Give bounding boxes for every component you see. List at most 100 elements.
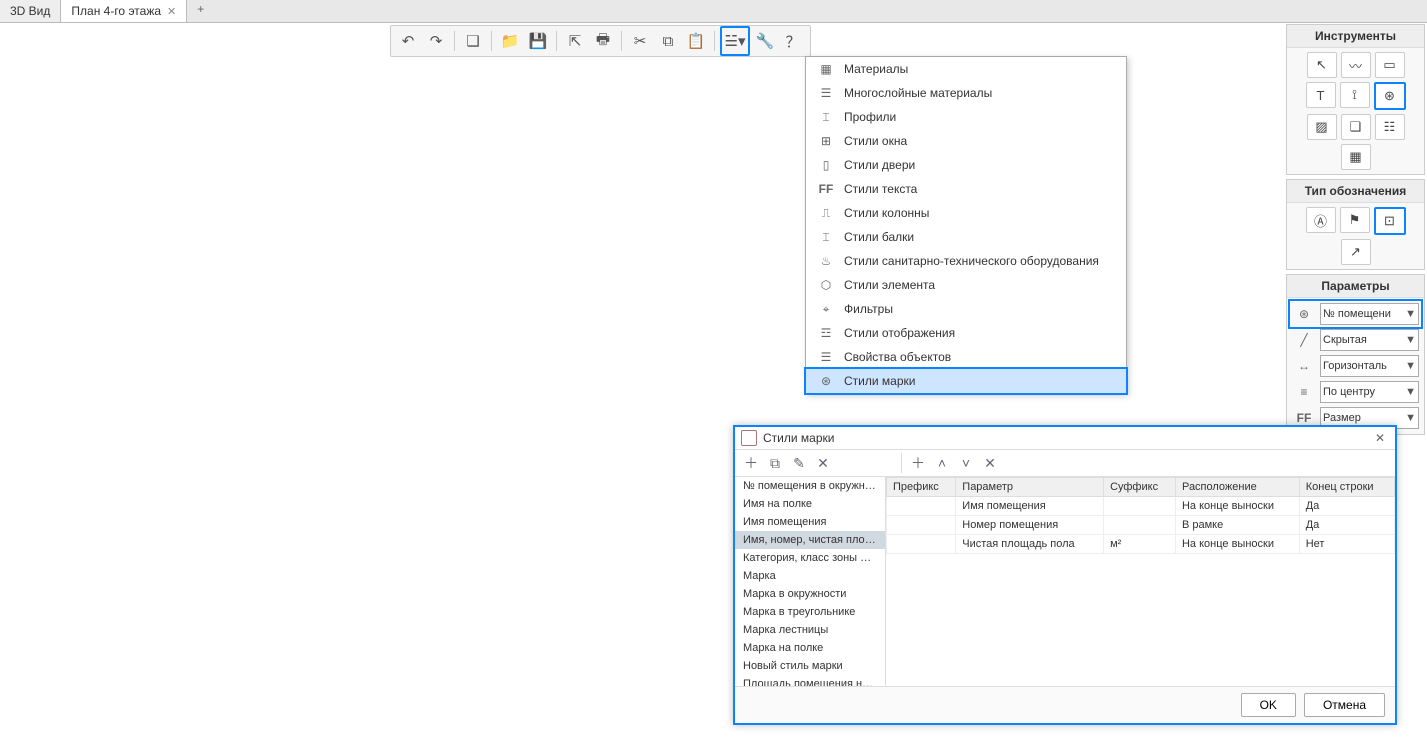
list-copy-icon[interactable]: ⧉ <box>767 455 783 472</box>
style-list-item[interactable]: Марка в окружности <box>735 585 885 603</box>
save-icon[interactable]: 💾 <box>525 28 551 54</box>
type-flag-icon[interactable]: ⚑ <box>1340 207 1370 233</box>
line-icon: ╱ <box>1292 330 1316 350</box>
tool-tag-icon[interactable]: ⊛ <box>1374 82 1406 110</box>
svg-text:301 мм × 147 мм: 301 мм × 147 мм <box>499 429 513 522</box>
tab-floor-plan[interactable]: План 4-го этажа✕ <box>61 0 187 22</box>
list-add-icon[interactable]: ＋ <box>743 453 759 473</box>
menu-object-props[interactable]: ☰Свойства объектов <box>806 345 1126 369</box>
menu-door-styles[interactable]: ▯Стили двери <box>806 153 1126 177</box>
tool-rect-icon[interactable]: ▭ <box>1375 52 1405 78</box>
close-icon[interactable]: ✕ <box>167 5 176 18</box>
svg-text:ПБ-1: ПБ-1 <box>450 312 479 327</box>
dialog-close-icon[interactable]: ✕ <box>1371 431 1389 445</box>
tool-curve-icon[interactable]: 〰 <box>1341 52 1371 78</box>
menu-filters[interactable]: ⌖Фильтры <box>806 297 1126 321</box>
menu-beam-styles[interactable]: ⌶Стили балки <box>806 225 1126 249</box>
tool-table-icon[interactable]: ☷ <box>1375 114 1405 140</box>
tab-3d-view[interactable]: 3D Вид <box>0 0 61 22</box>
svg-text:413: 413 <box>448 366 472 382</box>
menu-plumbing-styles[interactable]: ♨Стили санитарно-технического оборудован… <box>806 249 1126 273</box>
panel-type: Тип обозначения Ⓐ ⚑ ⊡ ↗ <box>1286 179 1425 270</box>
styles-manager-button[interactable]: ☱▾ <box>720 26 750 56</box>
param-line-select[interactable]: Скрытая▼ <box>1320 329 1419 351</box>
menu-text-styles[interactable]: FFСтили текста <box>806 177 1126 201</box>
svg-text:С111: С111 <box>690 159 724 176</box>
print-icon[interactable]: 🖶 <box>590 28 616 54</box>
style-list-item[interactable]: Новый стиль марки <box>735 657 885 675</box>
svg-text:405: 405 <box>440 272 464 288</box>
cut-icon[interactable]: ✂ <box>627 28 653 54</box>
type-room-icon[interactable]: ⊡ <box>1374 207 1406 235</box>
list-delete-icon[interactable]: ✕ <box>815 455 831 472</box>
menu-multilayer[interactable]: ☰Многослойные материалы <box>806 81 1126 105</box>
undo-icon[interactable]: ↶ <box>395 28 421 54</box>
tool-grid-icon[interactable]: ▦ <box>1341 144 1371 170</box>
folder-open-icon[interactable]: 📁 <box>497 28 523 54</box>
menu-window-styles[interactable]: ⊞Стили окна <box>806 129 1126 153</box>
svg-text:4: 4 <box>276 341 284 358</box>
param-style-select[interactable]: № помещени▼ <box>1320 303 1419 325</box>
row-delete-icon[interactable]: ✕ <box>982 455 998 472</box>
menu-tag-styles[interactable]: ⊛Стили марки <box>804 367 1128 395</box>
svg-text:412: 412 <box>608 422 632 438</box>
svg-text:ПБ-2: ПБ-2 <box>348 263 363 292</box>
table-row[interactable]: Номер помещенияВ рамкеДа <box>887 516 1395 535</box>
menu-display-styles[interactable]: ☲Стили отображения <box>806 321 1126 345</box>
svg-text:409: 409 <box>172 451 197 468</box>
style-list-item[interactable]: № помещения в окружности <box>735 477 885 495</box>
styles-list: № помещения в окружностиИмя на полкеИмя … <box>735 477 886 686</box>
row-down-icon[interactable]: ˅ <box>958 455 974 471</box>
svg-text:ОК1: ОК1 <box>612 711 639 727</box>
tool-select-icon[interactable]: ↖ <box>1307 52 1337 78</box>
tab-add[interactable]: + <box>187 0 214 22</box>
style-list-item[interactable]: Марка лестницы <box>735 621 885 639</box>
svg-text:Колонна К1: Колонна К1 <box>212 169 292 186</box>
menu-element-styles[interactable]: ⬡Стили элемента <box>806 273 1126 297</box>
cancel-button[interactable]: Отмена <box>1304 693 1385 717</box>
table-row[interactable]: Имя помещенияНа конце выноскиДа <box>887 497 1395 516</box>
export-icon[interactable]: ⇱ <box>562 28 588 54</box>
svg-text:В4: В4 <box>250 547 268 564</box>
svg-text:Колонна К1: Колонна К1 <box>192 499 272 516</box>
menu-materials[interactable]: ▦Материалы <box>806 57 1126 81</box>
style-list-item[interactable]: Площадь помещения на полке <box>735 675 885 686</box>
orient-icon: ↔ <box>1292 356 1316 376</box>
paste-icon[interactable]: 📋 <box>683 28 709 54</box>
table-header: Префикс <box>887 478 956 497</box>
style-list-item[interactable]: Имя помещения <box>735 513 885 531</box>
svg-text:ОК1: ОК1 <box>307 711 334 727</box>
menu-profiles[interactable]: ⌶Профили <box>806 105 1126 129</box>
style-list-item[interactable]: Имя, номер, чистая площадь по <box>735 531 885 549</box>
redo-icon[interactable]: ↷ <box>423 28 449 54</box>
tool-dim-icon[interactable]: ⟟ <box>1340 82 1370 108</box>
tool-3d-icon[interactable]: ❏ <box>1341 114 1371 140</box>
param-align-select[interactable]: По центру▼ <box>1320 381 1419 403</box>
help-icon[interactable]: ？ <box>780 28 806 54</box>
box3d-icon[interactable]: ❏ <box>460 28 486 54</box>
right-panel: Инструменты ↖ 〰 ▭ T ⟟ ⊛ ▨ ❏ ☷ ▦ Тип обоз… <box>1286 24 1425 439</box>
tool-text-icon[interactable]: T <box>1306 82 1336 108</box>
param-orient-select[interactable]: Горизонталь▼ <box>1320 355 1419 377</box>
svg-text:410: 410 <box>455 103 480 120</box>
style-list-item[interactable]: Категория, класс зоны помещен <box>735 549 885 567</box>
style-list-item[interactable]: Марка в треугольнике <box>735 603 885 621</box>
ok-button[interactable]: OK <box>1241 693 1296 717</box>
menu-column-styles[interactable]: ⎍Стили колонны <box>806 201 1126 225</box>
settings-icon[interactable]: 🔧 <box>752 28 778 54</box>
type-leader-icon[interactable]: ↗ <box>1341 239 1371 265</box>
svg-text:5: 5 <box>566 279 574 295</box>
svg-text:ОК1: ОК1 <box>437 711 464 727</box>
copy-icon[interactable]: ⧉ <box>655 28 681 54</box>
style-list-item[interactable]: Имя на полке <box>735 495 885 513</box>
table-row[interactable]: Чистая площадь полам²На конце выноскиНет <box>887 535 1395 554</box>
row-up-icon[interactable]: ˄ <box>934 455 950 471</box>
svg-text:ДКР: ДКР <box>655 119 684 136</box>
tool-hatch-icon[interactable]: ▨ <box>1307 114 1337 140</box>
list-edit-icon[interactable]: ✎ <box>791 455 807 472</box>
row-add-icon[interactable]: ＋ <box>910 453 926 473</box>
svg-text:3000: 3000 <box>444 731 475 747</box>
style-list-item[interactable]: Марка <box>735 567 885 585</box>
type-a-icon[interactable]: Ⓐ <box>1306 207 1336 233</box>
style-list-item[interactable]: Марка на полке <box>735 639 885 657</box>
